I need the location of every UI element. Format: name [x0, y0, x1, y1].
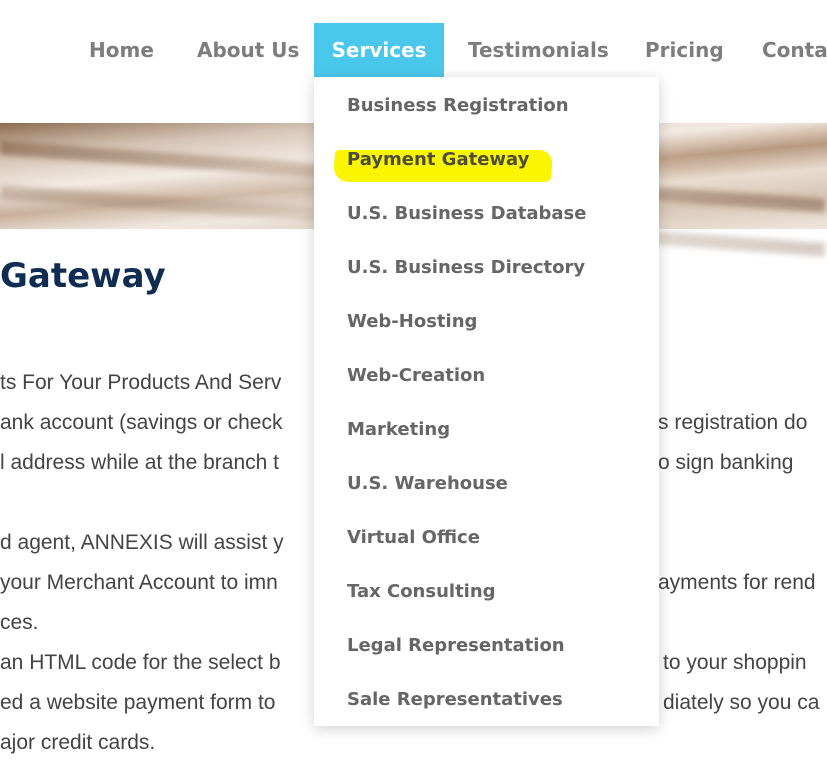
body-line: an HTML code for the select b — [0, 651, 281, 674]
menu-item-marketing[interactable]: Marketing — [347, 415, 450, 445]
menu-item-us-business-directory[interactable]: U.S. Business Directory — [347, 253, 585, 283]
menu-item-us-business-database[interactable]: U.S. Business Database — [347, 199, 586, 229]
body-line: your Merchant Account to imn — [0, 571, 278, 594]
menu-item-tax-consulting[interactable]: Tax Consulting — [347, 577, 496, 607]
nav-contact[interactable]: Contac — [762, 23, 827, 77]
nav-pricing[interactable]: Pricing — [645, 23, 724, 77]
body-line: ts For Your Products And Serv — [0, 371, 282, 394]
main-nav: Home About Us Services Testimonials Pric… — [0, 23, 827, 77]
body-line-right: to your shoppin — [663, 651, 807, 674]
body-line-right: diately so you ca — [663, 691, 820, 714]
nav-testimonials[interactable]: Testimonials — [468, 23, 609, 77]
body-line: d agent, ANNEXIS will assist y — [0, 531, 284, 554]
body-line: l address while at the branch t — [0, 451, 279, 474]
menu-item-web-hosting[interactable]: Web-Hosting — [347, 307, 477, 337]
body-line-right: o sign banking — [658, 451, 794, 474]
body-line-right: ayments for rend — [658, 571, 816, 594]
nav-about-us[interactable]: About Us — [197, 23, 299, 77]
body-line: ed a website payment form to — [0, 691, 276, 714]
page-title: Gateway — [0, 256, 166, 296]
menu-item-web-creation[interactable]: Web-Creation — [347, 361, 485, 391]
menu-item-payment-gateway[interactable]: Payment Gateway — [347, 145, 529, 175]
nav-services[interactable]: Services — [314, 23, 444, 77]
menu-item-us-warehouse[interactable]: U.S. Warehouse — [347, 469, 508, 499]
nav-home[interactable]: Home — [89, 23, 154, 77]
menu-item-legal-representation[interactable]: Legal Representation — [347, 631, 565, 661]
menu-item-sale-representatives[interactable]: Sale Representatives — [347, 685, 563, 715]
body-line: ces. — [0, 611, 39, 634]
menu-item-virtual-office[interactable]: Virtual Office — [347, 523, 480, 553]
body-line-right: s registration do — [658, 411, 808, 434]
body-line: ajor credit cards. — [0, 731, 156, 754]
body-line: ank account (savings or check — [0, 411, 283, 434]
menu-item-business-registration[interactable]: Business Registration — [347, 91, 569, 121]
